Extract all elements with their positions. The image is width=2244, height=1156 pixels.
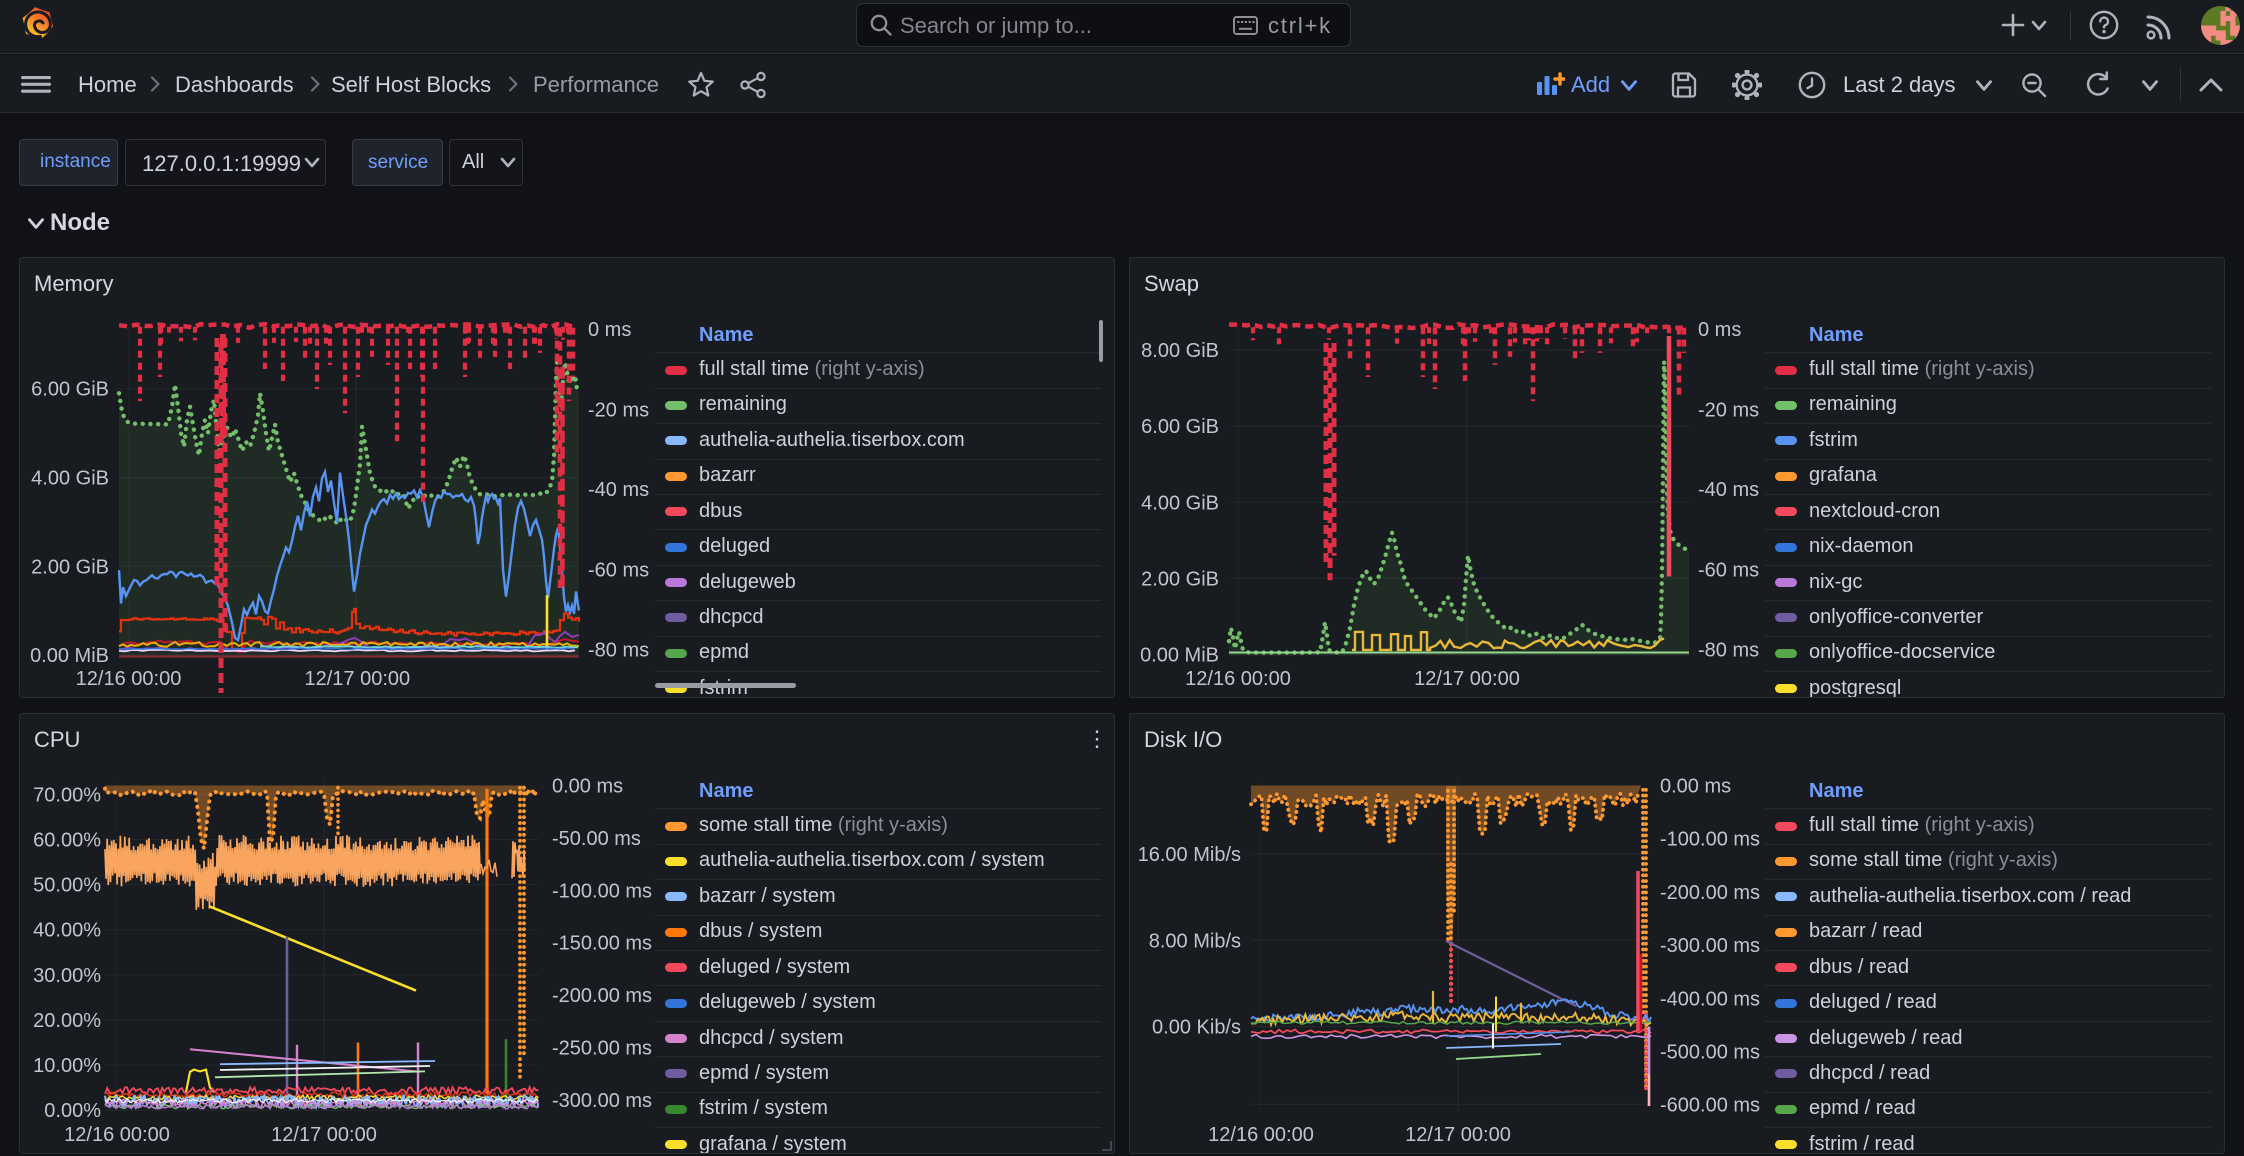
svg-text:-100.00 ms: -100.00 ms <box>1660 829 1760 851</box>
svg-text:-500.00 ms: -500.00 ms <box>1660 1042 1760 1064</box>
svg-text:0.00 ms: 0.00 ms <box>1660 776 1731 798</box>
svg-text:12/17 00:00: 12/17 00:00 <box>304 668 410 690</box>
svg-text:60.00%: 60.00% <box>33 829 101 851</box>
svg-text:-80 ms: -80 ms <box>1698 640 1759 662</box>
svg-text:-60 ms: -60 ms <box>1698 560 1759 582</box>
svg-text:10.00%: 10.00% <box>33 1055 101 1077</box>
svg-text:8.00 Mib/s: 8.00 Mib/s <box>1149 930 1241 952</box>
svg-text:-50.00 ms: -50.00 ms <box>552 828 641 850</box>
svg-text:0 ms: 0 ms <box>588 319 631 341</box>
svg-text:12/17 00:00: 12/17 00:00 <box>1414 668 1520 690</box>
svg-text:-200.00 ms: -200.00 ms <box>552 985 652 1007</box>
svg-text:-600.00 ms: -600.00 ms <box>1660 1095 1760 1117</box>
svg-text:12/16 00:00: 12/16 00:00 <box>1185 668 1291 690</box>
svg-text:12/16 00:00: 12/16 00:00 <box>1208 1124 1314 1146</box>
svg-text:-300.00 ms: -300.00 ms <box>1660 935 1760 957</box>
svg-text:2.00 GiB: 2.00 GiB <box>1141 568 1219 590</box>
svg-text:0.00 ms: 0.00 ms <box>552 776 623 798</box>
svg-text:12/16 00:00: 12/16 00:00 <box>76 668 182 690</box>
svg-text:0.00 MiB: 0.00 MiB <box>1140 645 1219 667</box>
svg-text:12/17 00:00: 12/17 00:00 <box>1405 1124 1511 1146</box>
svg-text:70.00%: 70.00% <box>33 784 101 806</box>
svg-text:0.00%: 0.00% <box>44 1100 101 1122</box>
svg-text:-100.00 ms: -100.00 ms <box>552 880 652 902</box>
svg-text:-400.00 ms: -400.00 ms <box>1660 988 1760 1010</box>
svg-text:6.00 GiB: 6.00 GiB <box>31 378 109 400</box>
svg-text:0.00 Kib/s: 0.00 Kib/s <box>1152 1017 1241 1039</box>
svg-text:4.00 GiB: 4.00 GiB <box>1141 492 1219 514</box>
svg-text:-20 ms: -20 ms <box>588 399 649 421</box>
svg-text:-250.00 ms: -250.00 ms <box>552 1038 652 1060</box>
svg-text:-200.00 ms: -200.00 ms <box>1660 882 1760 904</box>
svg-text:6.00 GiB: 6.00 GiB <box>1141 416 1219 438</box>
svg-text:50.00%: 50.00% <box>33 875 101 897</box>
svg-text:12/16 00:00: 12/16 00:00 <box>64 1124 170 1146</box>
svg-text:30.00%: 30.00% <box>33 965 101 987</box>
svg-text:-80 ms: -80 ms <box>588 640 649 662</box>
svg-text:40.00%: 40.00% <box>33 920 101 942</box>
svg-text:-150.00 ms: -150.00 ms <box>552 933 652 955</box>
svg-text:-60 ms: -60 ms <box>588 560 649 582</box>
svg-text:-20 ms: -20 ms <box>1698 399 1759 421</box>
svg-text:0.00 MiB: 0.00 MiB <box>30 645 109 667</box>
svg-text:20.00%: 20.00% <box>33 1010 101 1032</box>
svg-text:8.00 GiB: 8.00 GiB <box>1141 340 1219 362</box>
svg-text:-300.00 ms: -300.00 ms <box>552 1090 652 1112</box>
svg-text:4.00 GiB: 4.00 GiB <box>31 468 109 490</box>
svg-text:-40 ms: -40 ms <box>588 479 649 501</box>
svg-text:12/17 00:00: 12/17 00:00 <box>271 1124 377 1146</box>
svg-text:-40 ms: -40 ms <box>1698 479 1759 501</box>
svg-text:0 ms: 0 ms <box>1698 319 1741 341</box>
svg-text:2.00 GiB: 2.00 GiB <box>31 557 109 579</box>
svg-text:16.00 Mib/s: 16.00 Mib/s <box>1138 844 1241 866</box>
